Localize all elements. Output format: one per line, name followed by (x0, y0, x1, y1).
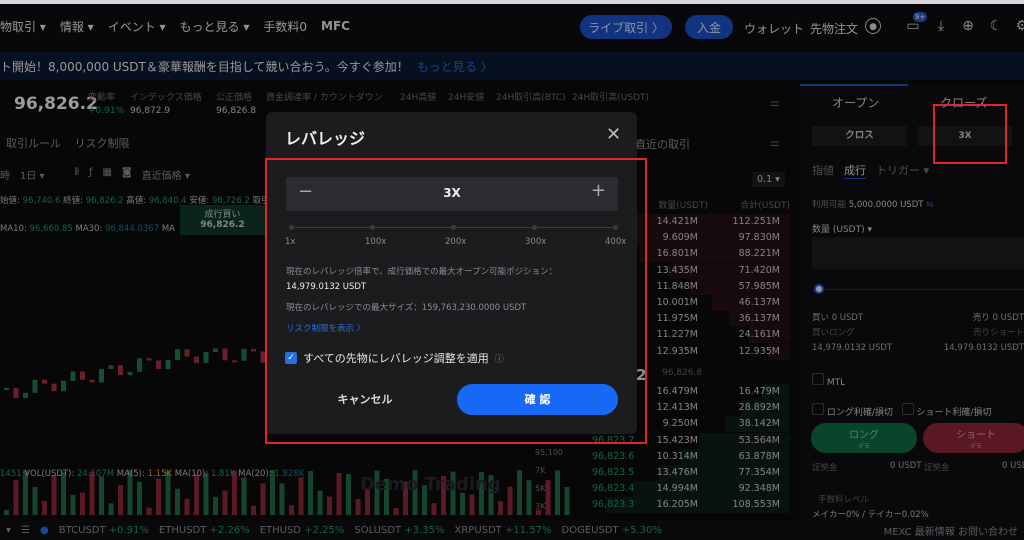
slider-tick[interactable] (451, 225, 456, 230)
slider-tick[interactable] (289, 225, 294, 230)
highlight-box-leverage-settings (265, 158, 647, 444)
highlight-box-leverage-button (933, 104, 1007, 164)
slider-tick[interactable] (532, 225, 537, 230)
close-icon[interactable]: ✕ (606, 124, 621, 145)
slider-tick[interactable] (370, 225, 375, 230)
slider-tick[interactable] (613, 225, 618, 230)
modal-title: レバレッジ (285, 129, 366, 148)
